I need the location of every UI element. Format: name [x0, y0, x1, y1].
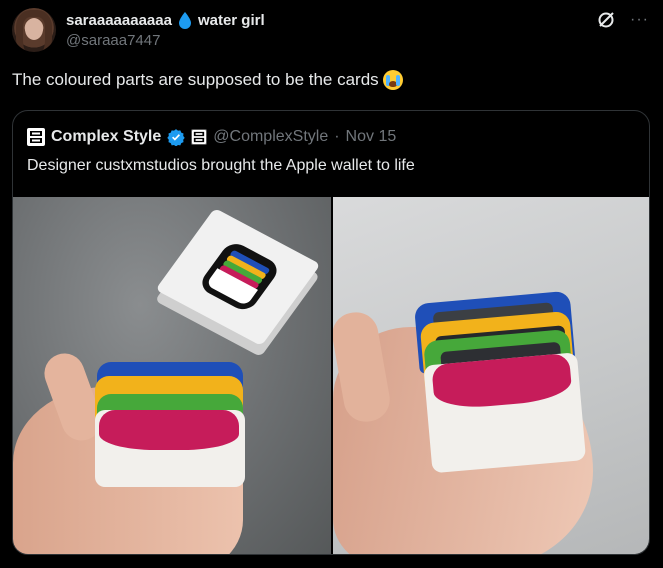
grok-icon[interactable]: [596, 10, 616, 30]
tweet: saraaaaaaaaaa water girl @saraaa7447 ···…: [0, 0, 663, 568]
quoted-tweet-header: Complex Style @ComplexStyle · Nov 15: [27, 127, 396, 147]
photo-wallet-with-box[interactable]: [13, 197, 331, 554]
tweet-text-content: The coloured parts are supposed to be th…: [12, 70, 379, 89]
complex-style-logo: [27, 128, 45, 146]
quoted-tweet-photos: [13, 197, 649, 554]
quoted-tweet-text: Designer custxmstudios brought the Apple…: [27, 157, 415, 174]
quoted-author-handle[interactable]: @ComplexStyle: [213, 128, 328, 146]
quoted-tweet-date[interactable]: Nov 15: [346, 128, 397, 146]
author-handle[interactable]: @saraaa7447: [66, 32, 160, 49]
separator-dot: ·: [334, 128, 340, 145]
quoted-tweet[interactable]: Complex Style @ComplexStyle · Nov 15 Des…: [12, 110, 650, 555]
avatar[interactable]: [12, 8, 56, 52]
verified-badge-icon: [167, 129, 185, 146]
wallet: [95, 362, 245, 487]
tweet-actions-top: ···: [596, 10, 649, 30]
affiliate-badge-icon: [191, 129, 208, 145]
apple-wallet-icon: [196, 239, 283, 314]
water-drop-icon: [178, 12, 191, 29]
crying-face-emoji-icon: [382, 70, 403, 90]
quoted-author-name[interactable]: Complex Style: [51, 128, 161, 146]
wallet-product-box: [155, 207, 321, 347]
author-display-name[interactable]: saraaaaaaaaaa: [66, 12, 172, 29]
tweet-text: The coloured parts are supposed to be th…: [12, 70, 403, 90]
wallet: [413, 290, 588, 474]
author-name-suffix[interactable]: water girl: [198, 12, 265, 29]
more-icon[interactable]: ···: [630, 12, 649, 28]
author-name-row: saraaaaaaaaaa water girl: [66, 10, 265, 30]
photo-wallet-in-hand[interactable]: [333, 197, 649, 554]
